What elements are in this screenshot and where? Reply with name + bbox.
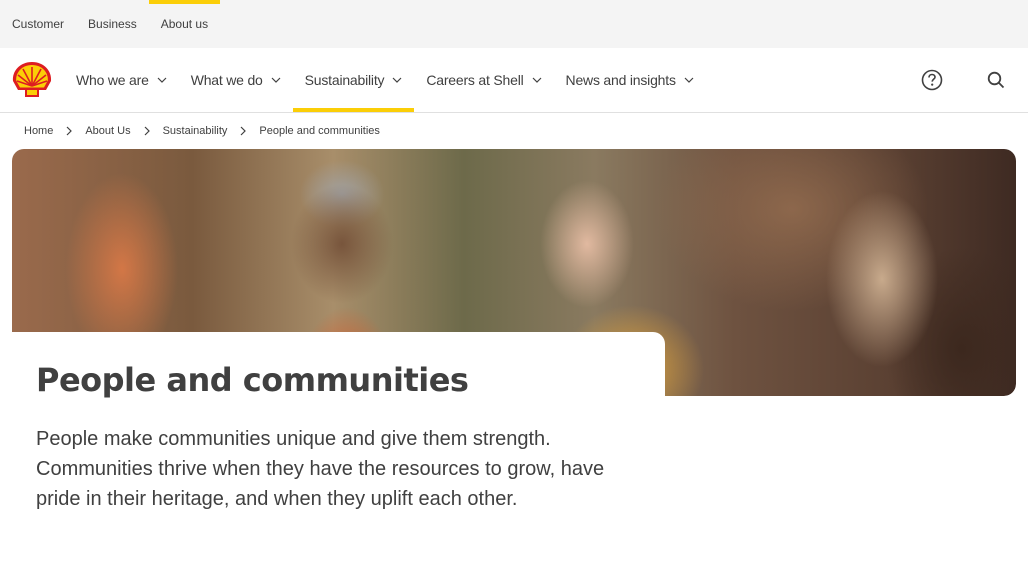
breadcrumb: Home About Us Sustainability People and … <box>0 113 1028 149</box>
chevron-down-icon <box>392 77 402 83</box>
nav-sustainability[interactable]: Sustainability <box>292 48 415 112</box>
utility-link-about-us[interactable]: About us <box>148 0 221 48</box>
utility-link-business[interactable]: Business <box>88 0 137 48</box>
chevron-down-icon <box>271 77 281 83</box>
breadcrumb-about-us[interactable]: About Us <box>85 125 130 137</box>
chevron-down-icon <box>157 77 167 83</box>
chevron-right-icon <box>66 126 73 136</box>
nav-utility-icons <box>900 48 1028 112</box>
chevron-right-icon <box>240 126 247 136</box>
nav-label: What we do <box>190 72 263 88</box>
utility-bar: Customer Business About us <box>0 0 1028 48</box>
nav-careers-at-shell[interactable]: Careers at Shell <box>414 48 553 112</box>
shell-logo-icon[interactable] <box>10 60 54 100</box>
search-icon <box>987 71 1005 89</box>
nav-what-we-do[interactable]: What we do <box>179 48 293 112</box>
help-icon <box>921 69 943 91</box>
chevron-down-icon <box>532 77 541 83</box>
page-title: People and communities <box>36 361 469 399</box>
nav-label: Sustainability <box>304 72 385 88</box>
nav-label: Who we are <box>76 72 149 88</box>
main-navigation: Who we are What we do Sustainability Car… <box>0 48 1028 113</box>
nav-label: News and insights <box>565 72 676 88</box>
chevron-down-icon <box>684 77 694 83</box>
nav-news-and-insights[interactable]: News and insights <box>554 48 706 112</box>
utility-link-customer[interactable]: Customer <box>12 0 64 48</box>
search-button[interactable] <box>964 48 1028 112</box>
nav-who-we-are[interactable]: Who we are <box>74 48 179 112</box>
breadcrumb-current-page: People and communities <box>259 125 380 137</box>
help-button[interactable] <box>900 48 964 112</box>
intro-text: People make communities unique and give … <box>36 428 605 510</box>
breadcrumb-sustainability[interactable]: Sustainability <box>163 125 228 137</box>
nav-label: Careers at Shell <box>426 72 524 88</box>
breadcrumb-home[interactable]: Home <box>24 125 53 137</box>
chevron-right-icon <box>144 126 150 136</box>
intro-card: People and communities People make commu… <box>12 332 665 578</box>
